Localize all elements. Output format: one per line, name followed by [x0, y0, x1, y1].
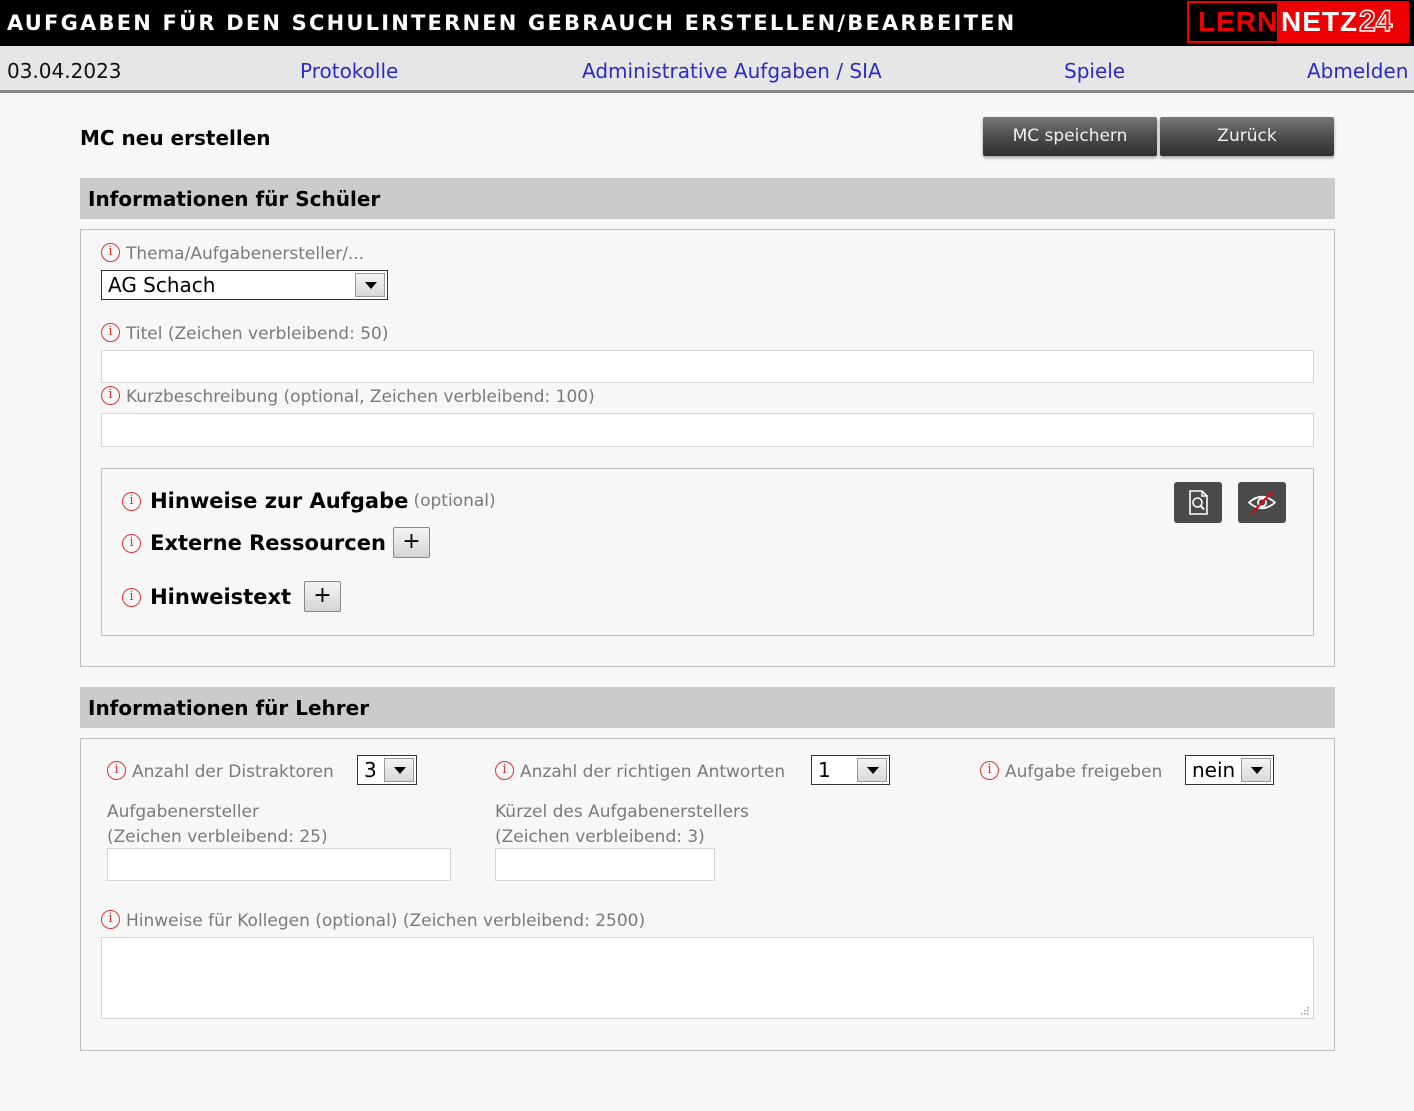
info-icon[interactable]: i [122, 587, 141, 607]
correct-answers-select-value: 1 [818, 758, 831, 782]
section-header-teachers: Informationen für Lehrer [80, 687, 1335, 728]
nav-link-spiele[interactable]: Spiele [1064, 59, 1125, 83]
author-label: Aufgabenersteller [107, 802, 259, 822]
author-abbr-input[interactable] [495, 848, 715, 881]
eye-crossed-icon [1247, 491, 1277, 514]
colleagues-notes-label: i Hinweise für Kollegen (optional) (Zeich… [101, 909, 645, 931]
short-description-label: i Kurzbeschreibung (optional, Zeichen ver… [101, 385, 595, 407]
topic-select[interactable]: AG Schach [101, 270, 388, 300]
logo-part-lern: LERN [1189, 3, 1277, 41]
chevron-down-icon [355, 273, 385, 297]
resize-grip-icon[interactable] [1299, 1005, 1309, 1015]
title-input[interactable] [101, 350, 1314, 383]
info-icon[interactable]: i [101, 322, 120, 342]
chevron-down-icon [857, 758, 887, 782]
section-header-students: Informationen für Schüler [80, 178, 1335, 219]
hints-box: i Hinweise zur Aufgabe (optional) i Exte… [101, 468, 1314, 636]
hint-text-label: Hinweistext [150, 585, 292, 609]
hints-heading-row: i Hinweise zur Aufgabe (optional) [122, 489, 496, 513]
short-description-input[interactable] [101, 413, 1314, 447]
info-icon[interactable]: i [122, 533, 141, 553]
release-task-select-value: nein [1192, 758, 1236, 782]
info-icon[interactable]: i [101, 242, 120, 262]
hint-text-row: i Hinweistext [122, 585, 291, 609]
logo-part-netz: NETZ [1281, 6, 1359, 37]
chevron-down-icon [1241, 758, 1271, 782]
teachers-panel: i Anzahl der Distraktoren 3 i Anzahl der r… [80, 738, 1335, 1051]
nav-link-protokolle[interactable]: Protokolle [300, 59, 398, 83]
logo-part-24: 24 [1358, 4, 1393, 39]
students-panel: i Thema/Aufgabenersteller/... AG Schach i… [80, 229, 1335, 667]
info-icon[interactable]: i [980, 760, 999, 780]
distractors-select-value: 3 [364, 758, 377, 782]
topic-select-value: AG Schach [108, 273, 216, 297]
release-task-select[interactable]: nein [1185, 755, 1274, 785]
nav-link-administrative-aufgaben[interactable]: Administrative Aufgaben / SIA [582, 59, 882, 83]
info-icon[interactable]: i [101, 909, 120, 929]
author-abbr-remaining-label: (Zeichen verbleibend: 3) [495, 827, 705, 847]
document-search-icon [1189, 490, 1208, 515]
current-date: 03.04.2023 [7, 59, 122, 83]
release-task-label: i Aufgabe freigeben [980, 760, 1162, 782]
app-title: AUFGABEN FÜR DEN SCHULINTERNEN GEBRAUCH … [7, 11, 1017, 35]
preview-button[interactable] [1174, 482, 1222, 523]
nav-link-abmelden[interactable]: Abmelden [1307, 59, 1408, 83]
top-bar: AUFGABEN FÜR DEN SCHULINTERNEN GEBRAUCH … [0, 0, 1414, 46]
back-button[interactable]: Zurück [1160, 117, 1334, 156]
title-label: i Titel (Zeichen verbleibend: 50) [101, 322, 388, 344]
colleagues-notes-textarea[interactable] [101, 937, 1314, 1019]
hints-heading: Hinweise zur Aufgabe [150, 489, 409, 513]
external-resources-row: i Externe Ressourcen [122, 531, 386, 555]
save-mc-button[interactable]: MC speichern [983, 117, 1157, 156]
add-external-resource-button[interactable]: + [393, 527, 430, 558]
chevron-down-icon [384, 758, 414, 782]
distractors-label: i Anzahl der Distraktoren [107, 760, 334, 782]
nav-bar: 03.04.2023 Protokolle Administrative Auf… [0, 46, 1414, 93]
visibility-toggle-button[interactable] [1238, 482, 1286, 523]
external-resources-label: Externe Ressourcen [150, 531, 386, 555]
correct-answers-select[interactable]: 1 [811, 755, 890, 785]
author-remaining-label: (Zeichen verbleibend: 25) [107, 827, 328, 847]
info-icon[interactable]: i [122, 491, 141, 511]
correct-answers-label: i Anzahl der richtigen Antworten [495, 760, 785, 782]
info-icon[interactable]: i [495, 760, 514, 780]
author-abbr-label: Kürzel des Aufgabenerstellers [495, 802, 749, 822]
lernnetz-logo[interactable]: LERN NETZ 24 [1187, 1, 1409, 43]
hints-optional-note: (optional) [413, 491, 496, 511]
page-title: MC neu erstellen [80, 126, 271, 150]
add-hint-text-button[interactable]: + [304, 581, 341, 612]
topic-label: i Thema/Aufgabenersteller/... [101, 242, 364, 264]
distractors-select[interactable]: 3 [357, 755, 417, 785]
info-icon[interactable]: i [101, 385, 120, 405]
author-input[interactable] [107, 848, 451, 881]
info-icon[interactable]: i [107, 760, 126, 780]
